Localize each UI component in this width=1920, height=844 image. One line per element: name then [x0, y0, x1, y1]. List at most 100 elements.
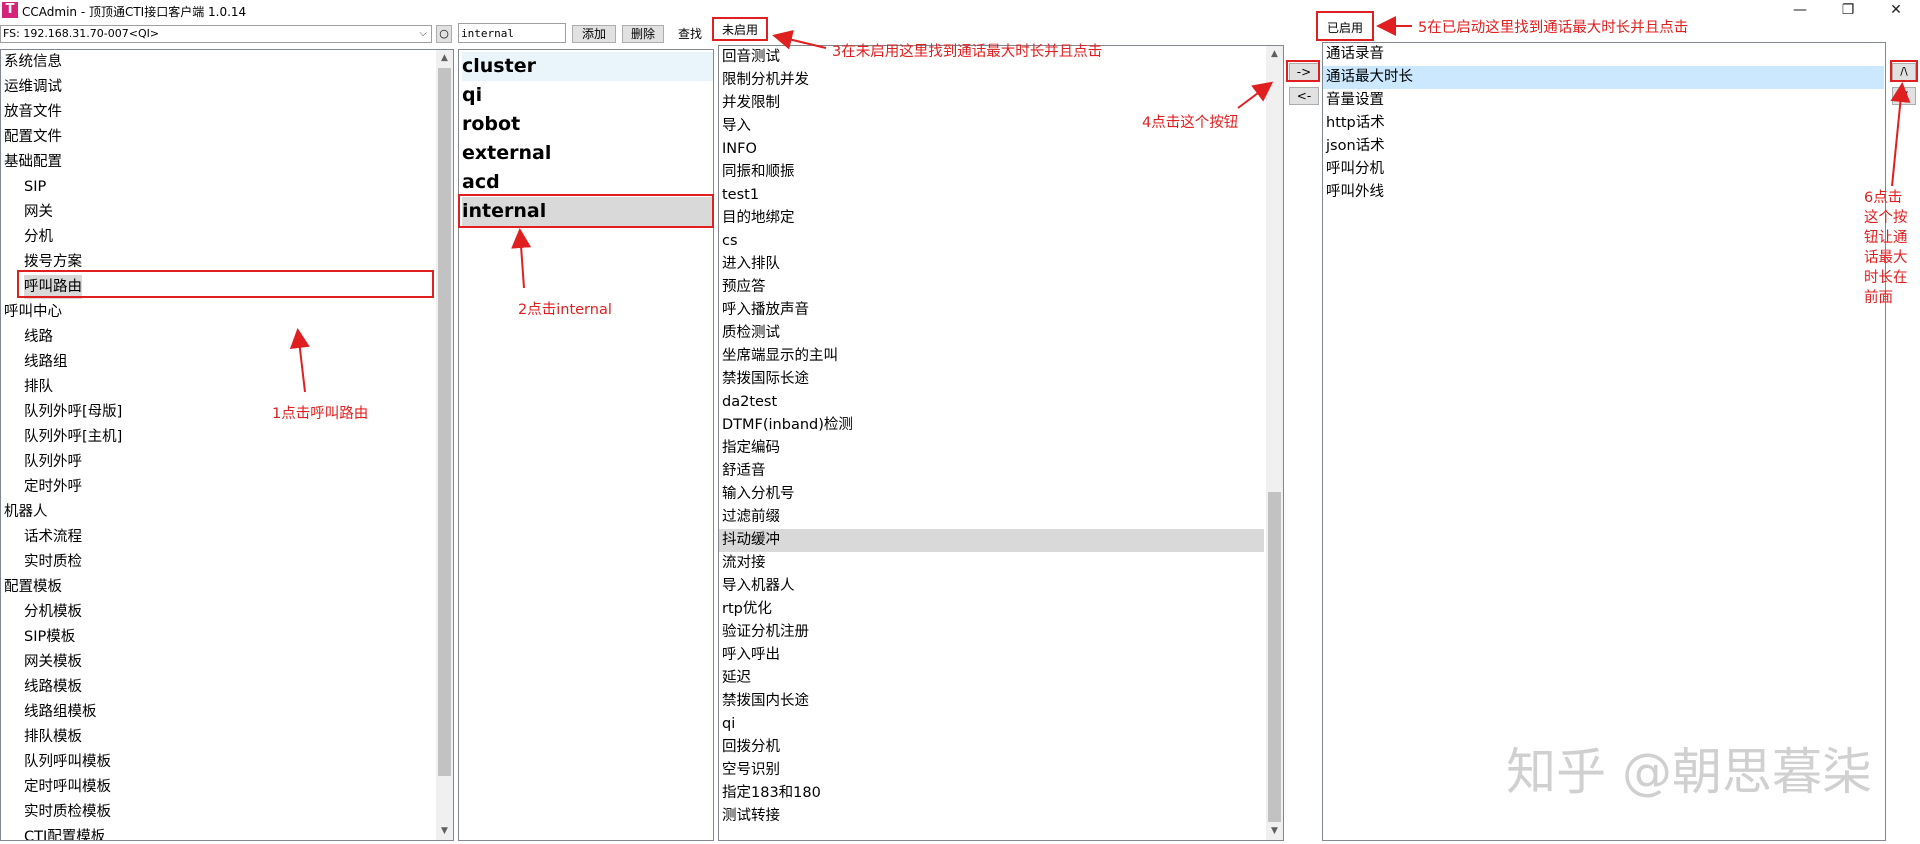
disabled-item[interactable]: 回音测试 [722, 46, 780, 69]
disabled-item[interactable]: 空号识别 [722, 759, 780, 782]
minimize-button[interactable]: — [1780, 0, 1820, 22]
close-button[interactable]: ✕ [1876, 0, 1916, 22]
tree-item[interactable]: 呼叫路由 [24, 275, 82, 299]
disabled-item[interactable]: 预应答 [722, 276, 766, 299]
enabled-item[interactable]: http话术 [1326, 112, 1385, 135]
disabled-item[interactable]: 禁拨国内长途 [722, 690, 809, 713]
tree-item[interactable]: 排队 [24, 375, 53, 399]
tree-item[interactable]: 定时外呼 [24, 475, 82, 499]
disabled-item[interactable]: 限制分机并发 [722, 69, 809, 92]
enabled-list[interactable]: 通话录音 通话最大时长 音量设置 http话术 json话术 呼叫分机 呼叫外线 [1322, 42, 1886, 841]
refresh-button[interactable]: ○ [436, 25, 452, 43]
scroll-up-icon[interactable]: ▲ [436, 50, 453, 67]
tree-item[interactable]: SIP [24, 175, 46, 199]
disabled-item[interactable]: da2test [722, 391, 777, 414]
tree-item[interactable]: 线路模板 [24, 675, 82, 699]
disabled-item[interactable]: 目的地绑定 [722, 207, 795, 230]
disabled-item[interactable]: 坐席端显示的主叫 [722, 345, 838, 368]
profile-item[interactable]: acd [462, 168, 713, 197]
search-input[interactable] [458, 23, 566, 43]
disabled-item[interactable]: 质检测试 [722, 322, 780, 345]
tree-scroll-thumb[interactable] [438, 68, 451, 776]
disabled-item[interactable]: 同振和顺振 [722, 161, 795, 184]
tree-item[interactable]: 实时质检 [24, 550, 82, 574]
disabled-item[interactable]: 指定183和180 [722, 782, 821, 805]
disabled-item[interactable]: 舒适音 [722, 460, 766, 483]
disabled-scroll-thumb[interactable] [1268, 492, 1281, 822]
tree-item[interactable]: 配置文件 [4, 125, 62, 149]
tree-item[interactable]: 呼叫中心 [4, 300, 62, 324]
tree-item[interactable]: 排队模板 [24, 725, 82, 749]
disabled-item[interactable]: 回拨分机 [722, 736, 780, 759]
profile-item[interactable]: qi [462, 81, 713, 110]
tree-item[interactable]: 放音文件 [4, 100, 62, 124]
disabled-item[interactable]: 导入机器人 [722, 575, 795, 598]
disabled-item[interactable]: 呼入播放声音 [722, 299, 809, 322]
tree-item[interactable]: 配置模板 [4, 575, 62, 599]
move-down-button[interactable]: \/ [1892, 87, 1916, 105]
tree-item[interactable]: 拨号方案 [24, 250, 82, 274]
disabled-list[interactable]: 回音测试 限制分机并发 并发限制 导入 INFO 同振和顺振 test1 目的地绑定 cs 进入排… [718, 45, 1284, 841]
disabled-item[interactable]: 测试转接 [722, 805, 780, 828]
tree-item[interactable]: 分机 [24, 225, 53, 249]
tree-item[interactable]: 队列外呼[主机] [24, 425, 122, 449]
enabled-item[interactable]: 通话录音 [1326, 43, 1384, 66]
profile-item[interactable]: internal [462, 197, 713, 226]
tree-item[interactable]: 线路 [24, 325, 53, 349]
disabled-item[interactable]: INFO [722, 138, 757, 161]
disable-button[interactable]: <- [1289, 87, 1319, 105]
tree-item[interactable]: 定时呼叫模板 [24, 775, 111, 799]
profile-list[interactable]: cluster qi robot external acd internal [458, 49, 714, 841]
tree-item[interactable]: 系统信息 [4, 50, 62, 74]
move-up-button[interactable]: /\ [1892, 63, 1916, 81]
add-button[interactable]: 添加 [572, 25, 616, 43]
tree-item[interactable]: 网关模板 [24, 650, 82, 674]
tree-item[interactable]: 网关 [24, 200, 53, 224]
enable-button[interactable]: -> [1289, 63, 1319, 81]
enabled-item[interactable]: 呼叫分机 [1326, 158, 1384, 181]
disabled-item[interactable]: 延迟 [722, 667, 751, 690]
disabled-item[interactable]: 抖动缓冲 [719, 529, 1264, 552]
enabled-item[interactable]: 呼叫外线 [1326, 181, 1384, 204]
enabled-item[interactable]: json话术 [1326, 135, 1385, 158]
disabled-item[interactable]: 验证分机注册 [722, 621, 809, 644]
disabled-item[interactable]: 输入分机号 [722, 483, 795, 506]
disabled-item[interactable]: qi [722, 713, 735, 736]
server-select[interactable]: FS: 192.168.31.70-007<QI> ⌵ [0, 25, 432, 43]
tree-item[interactable]: 实时质检模板 [24, 800, 111, 824]
disabled-item[interactable]: rtp优化 [722, 598, 772, 621]
tree-item[interactable]: 运维调试 [4, 75, 62, 99]
disabled-item[interactable]: cs [722, 230, 738, 253]
scroll-down-icon[interactable]: ▼ [1266, 823, 1283, 840]
disabled-item[interactable]: 过滤前缀 [722, 506, 780, 529]
disabled-item[interactable]: 并发限制 [722, 92, 780, 115]
tree-item[interactable]: CTI配置模板 [24, 825, 105, 840]
disabled-item[interactable]: 禁拨国际长途 [722, 368, 809, 391]
tree-item[interactable]: 基础配置 [4, 150, 62, 174]
tree-item[interactable]: 队列外呼[母版] [24, 400, 122, 424]
scroll-up-icon[interactable]: ▲ [1266, 46, 1283, 63]
tree-item[interactable]: 线路组 [24, 350, 68, 374]
disabled-item[interactable]: test1 [722, 184, 759, 207]
tree-item[interactable]: 队列外呼 [24, 450, 82, 474]
disabled-item[interactable]: 指定编码 [722, 437, 780, 460]
enabled-item[interactable]: 通话最大时长 [1323, 66, 1884, 89]
tree-item[interactable]: 线路组模板 [24, 700, 97, 724]
enabled-item[interactable]: 音量设置 [1326, 89, 1384, 112]
tree-item[interactable]: SIP模板 [24, 625, 75, 649]
profile-item[interactable]: external [462, 139, 713, 168]
restore-button[interactable]: ❐ [1828, 0, 1868, 22]
disabled-item[interactable]: DTMF(inband)检测 [722, 414, 853, 437]
profile-item[interactable]: robot [462, 110, 713, 139]
disabled-item[interactable]: 呼入呼出 [722, 644, 780, 667]
tree-scrollbar[interactable]: ▲ ▼ [436, 50, 453, 840]
disabled-item[interactable]: 导入 [722, 115, 751, 138]
tree-item[interactable]: 话术流程 [24, 525, 82, 549]
find-button[interactable]: 查找 [670, 25, 710, 43]
tree-item[interactable]: 队列呼叫模板 [24, 750, 111, 774]
tree-item[interactable]: 分机模板 [24, 600, 82, 624]
delete-button[interactable]: 删除 [622, 25, 664, 43]
config-tree[interactable]: 系统信息 运维调试 放音文件 配置文件 基础配置 SIP 网关 分机 拨号方案 呼叫路由 呼叫中心线… [0, 49, 454, 841]
scroll-down-icon[interactable]: ▼ [436, 823, 453, 840]
disabled-item[interactable]: 流对接 [722, 552, 766, 575]
